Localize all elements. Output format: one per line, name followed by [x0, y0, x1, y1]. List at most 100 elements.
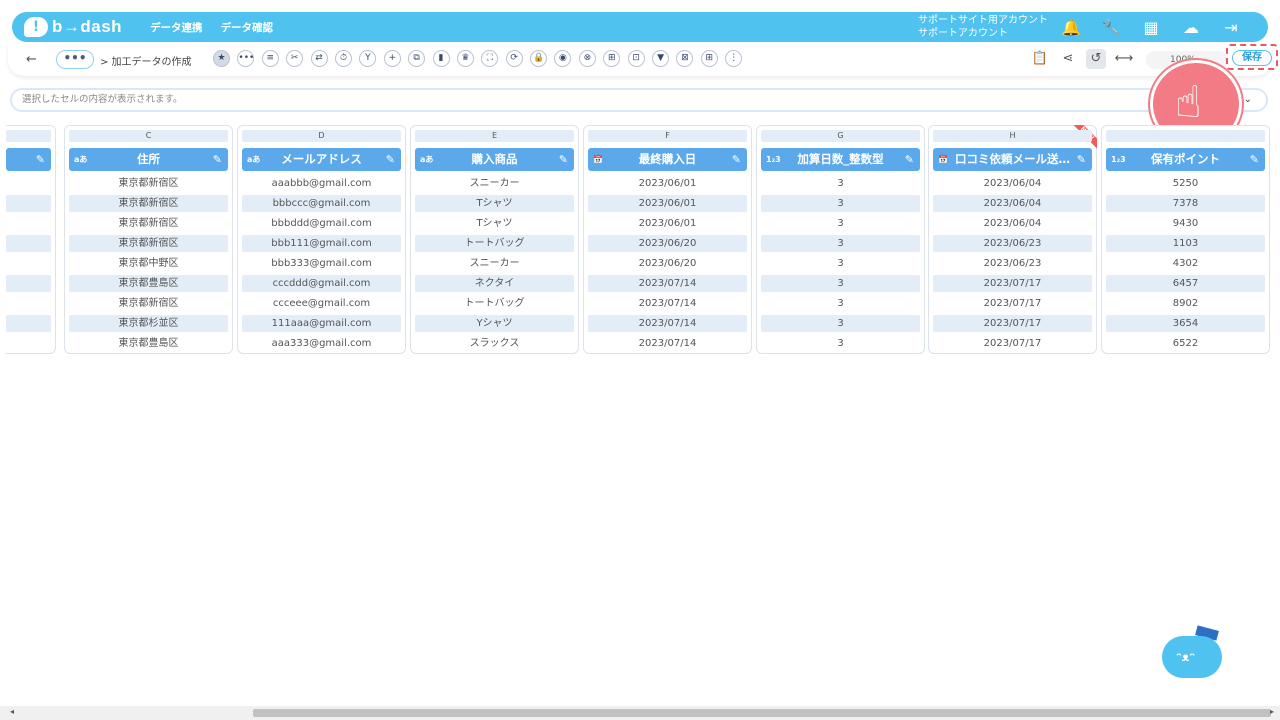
table-cell[interactable]: 2023/07/14 — [588, 315, 747, 332]
table-cell[interactable]: aaa333@gmail.com — [242, 335, 401, 352]
table-cell[interactable]: 111aaa@gmail.com — [242, 315, 401, 332]
table-cell[interactable]: 東京都新宿区 — [69, 215, 228, 232]
table-cell[interactable]: 2023/06/01 — [588, 195, 747, 212]
table-cell[interactable]: 東京都新宿区 — [69, 295, 228, 312]
table-cell[interactable]: スニーカー — [415, 255, 574, 272]
transform-tool-icon[interactable]: ⊞ — [603, 50, 621, 67]
nav-data-check[interactable]: データ確認 — [221, 20, 274, 35]
history-icon[interactable]: ↺ — [1086, 49, 1106, 69]
edit-icon[interactable]: ✎ — [386, 148, 395, 171]
table-cell[interactable]: 5250 — [1106, 175, 1265, 192]
delete-tool-icon[interactable]: ▮ — [432, 50, 450, 67]
table-cell[interactable]: 東京都杉並区 — [69, 315, 228, 332]
column-header[interactable]: aあ メールアドレス ✎ — [242, 148, 401, 171]
table-cell[interactable]: 2023/07/14 — [588, 295, 747, 312]
table-cell[interactable]: 2023/06/20 — [588, 255, 747, 272]
helper-mascot-icon[interactable]: ᵔᴥᵔ — [1162, 625, 1224, 688]
table-cell[interactable]: 2023/07/14 — [588, 275, 747, 292]
table-cell[interactable]: 2023/06/23 — [933, 235, 1092, 252]
code-arrows-icon[interactable]: ⟷ — [1114, 49, 1134, 69]
columns-tool-icon[interactable]: ⋮ — [725, 50, 743, 67]
expand-tool-icon[interactable]: ⛶ — [481, 50, 499, 67]
column-header[interactable]: aあ 住所 ✎ — [69, 148, 228, 171]
account-info[interactable]: サポートサイト用アカウント サポートアカウント — [918, 14, 1048, 40]
edit-icon[interactable]: ✎ — [732, 148, 741, 171]
table-cell[interactable]: 3 — [761, 235, 920, 252]
table-cell[interactable]: 東京都新宿区 — [69, 235, 228, 252]
column-header[interactable]: 📅 最終購入日 ✎ — [588, 148, 747, 171]
table-cell[interactable]: Tシャツ — [415, 195, 574, 212]
bag-tool-icon[interactable]: ◉ — [554, 50, 572, 67]
table-cell[interactable]: bbbddd@gmail.com — [242, 215, 401, 232]
table-cell[interactable]: 9430 — [1106, 215, 1265, 232]
table-cell[interactable]: 2023/06/01 — [588, 215, 747, 232]
refresh-tool-icon[interactable]: ⟳ — [505, 50, 523, 67]
scrollbar-thumb[interactable] — [253, 709, 1271, 717]
edit-icon[interactable]: ✎ — [905, 148, 914, 171]
table-cell[interactable]: 6522 — [1106, 335, 1265, 352]
chevron-down-icon[interactable]: ⌄ — [1244, 90, 1252, 110]
table-cell[interactable]: 東京都豊島区 — [69, 275, 228, 292]
favorite-tool-icon[interactable]: ★ — [213, 50, 230, 67]
table-cell[interactable]: bbb333@gmail.com — [242, 255, 401, 272]
timer-tool-icon[interactable]: ⏱ — [334, 50, 352, 67]
wrench-icon[interactable]: 🔧 — [1100, 16, 1122, 38]
table-cell[interactable]: 2023/07/17 — [933, 315, 1092, 332]
edit-icon[interactable]: ✎ — [213, 148, 222, 171]
table-cell[interactable]: 2023/06/04 — [933, 195, 1092, 212]
table-tool-icon[interactable]: ⊞ — [700, 50, 718, 67]
table-cell[interactable]: 2023/07/14 — [588, 335, 747, 352]
table-cell[interactable]: 3 — [761, 335, 920, 352]
cut-tool-icon[interactable]: ✂ — [286, 50, 304, 67]
table-cell[interactable]: 6457 — [1106, 275, 1265, 292]
table-cell[interactable]: 2023/06/04 — [933, 215, 1092, 232]
table-cell[interactable]: aaabbb@gmail.com — [242, 175, 401, 192]
table-cell[interactable]: 東京都新宿区 — [69, 195, 228, 212]
clipboard-icon[interactable]: 📋 — [1030, 49, 1050, 69]
table-cell[interactable]: cccddd@gmail.com — [242, 275, 401, 292]
frame-tool-icon[interactable]: ⊡ — [627, 50, 645, 67]
bell-icon[interactable]: 🔔 — [1060, 16, 1082, 38]
table-cell[interactable]: 東京都中野区 — [69, 255, 228, 272]
dedupe-tool-icon[interactable]: ⊠ — [676, 50, 694, 67]
nav-data-integration[interactable]: データ連携 — [150, 20, 203, 35]
copy-tool-icon[interactable]: ⧉ — [408, 50, 426, 67]
share-icon[interactable]: ⋖ — [1058, 49, 1078, 69]
table-cell[interactable]: トートバッグ — [415, 295, 574, 312]
table-cell[interactable]: 2023/07/17 — [933, 275, 1092, 292]
save-button[interactable]: 保存 — [1232, 50, 1272, 66]
column-header[interactable]: 1₂3 加算日数_整数型 ✎ — [761, 148, 920, 171]
table-cell[interactable]: 3 — [761, 255, 920, 272]
column-header[interactable]: aあ 購入商品 ✎ — [415, 148, 574, 171]
column-header[interactable]: ✎ — [6, 148, 51, 171]
edit-icon[interactable]: ✎ — [1250, 148, 1259, 171]
table-cell[interactable]: 3 — [761, 215, 920, 232]
table-cell[interactable]: 2023/07/17 — [933, 335, 1092, 352]
lock-tool-icon[interactable]: 🔒 — [530, 50, 548, 67]
table-cell[interactable]: Tシャツ — [415, 215, 574, 232]
back-arrow-icon[interactable]: ← — [26, 52, 37, 67]
add-tool-icon[interactable]: + — [383, 50, 401, 67]
table-cell[interactable]: スニーカー — [415, 175, 574, 192]
swap-tool-icon[interactable]: ⇄ — [310, 50, 328, 67]
logout-icon[interactable]: ⇥ — [1220, 16, 1242, 38]
table-cell[interactable]: 2023/06/04 — [933, 175, 1092, 192]
table-cell[interactable]: 3 — [761, 175, 920, 192]
table-cell[interactable]: 8902 — [1106, 295, 1265, 312]
chat-icon[interactable]: ☁ — [1180, 16, 1202, 38]
horizontal-scrollbar[interactable]: ◂ ▸ — [0, 706, 1280, 720]
table-cell[interactable]: 7378 — [1106, 195, 1265, 212]
logo[interactable]: ! b→dash — [24, 12, 122, 42]
column-header[interactable]: 📅 口コミ依頼メール送… ✎ — [933, 148, 1092, 171]
branch-tool-icon[interactable]: Y — [359, 50, 377, 67]
table-cell[interactable]: 4302 — [1106, 255, 1265, 272]
table-cell[interactable]: 3 — [761, 295, 920, 312]
table-cell[interactable]: Yシャツ — [415, 315, 574, 332]
table-cell[interactable]: ネクタイ — [415, 275, 574, 292]
table-cell[interactable]: 3 — [761, 275, 920, 292]
table-cell[interactable]: 2023/06/01 — [588, 175, 747, 192]
edit-icon[interactable]: ✎ — [559, 148, 568, 171]
table-cell[interactable]: 3 — [761, 315, 920, 332]
edit-icon[interactable]: ✎ — [36, 148, 45, 171]
list-tool-icon[interactable]: ≡ — [261, 50, 279, 67]
